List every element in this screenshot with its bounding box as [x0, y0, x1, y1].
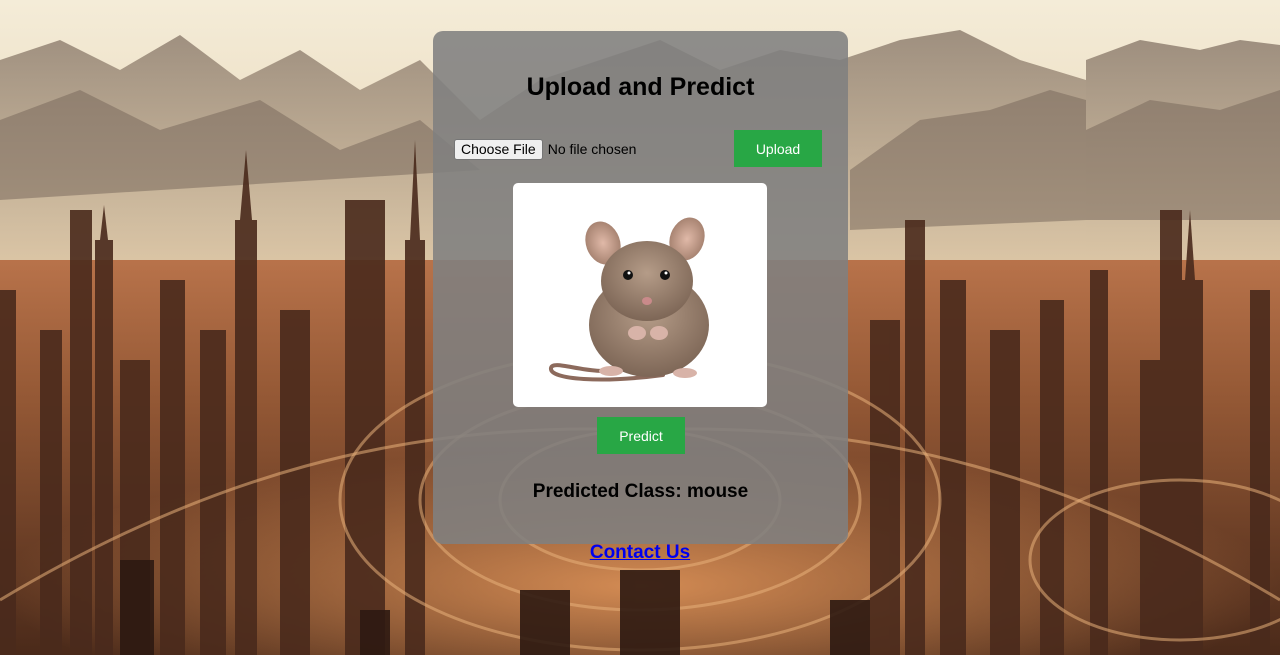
page-title: Upload and Predict — [526, 73, 755, 101]
upload-button[interactable]: Upload — [734, 130, 822, 167]
predict-button[interactable]: Predict — [597, 417, 685, 454]
file-input[interactable]: Choose File No file chosen — [454, 138, 636, 160]
file-status-text: No file chosen — [547, 141, 637, 157]
choose-file-button[interactable]: Choose File — [454, 138, 543, 160]
page: Upload and Predict Choose File No file c… — [0, 0, 1280, 655]
contact-footer: Contact Us — [0, 542, 1280, 564]
contact-us-link[interactable]: Contact Us — [590, 542, 690, 563]
prediction-result: Predicted Class: mouse — [532, 481, 749, 502]
mouse-photo-icon — [549, 217, 709, 382]
upload-card: Upload and Predict Choose File No file c… — [433, 31, 848, 544]
image-preview — [513, 183, 767, 407]
